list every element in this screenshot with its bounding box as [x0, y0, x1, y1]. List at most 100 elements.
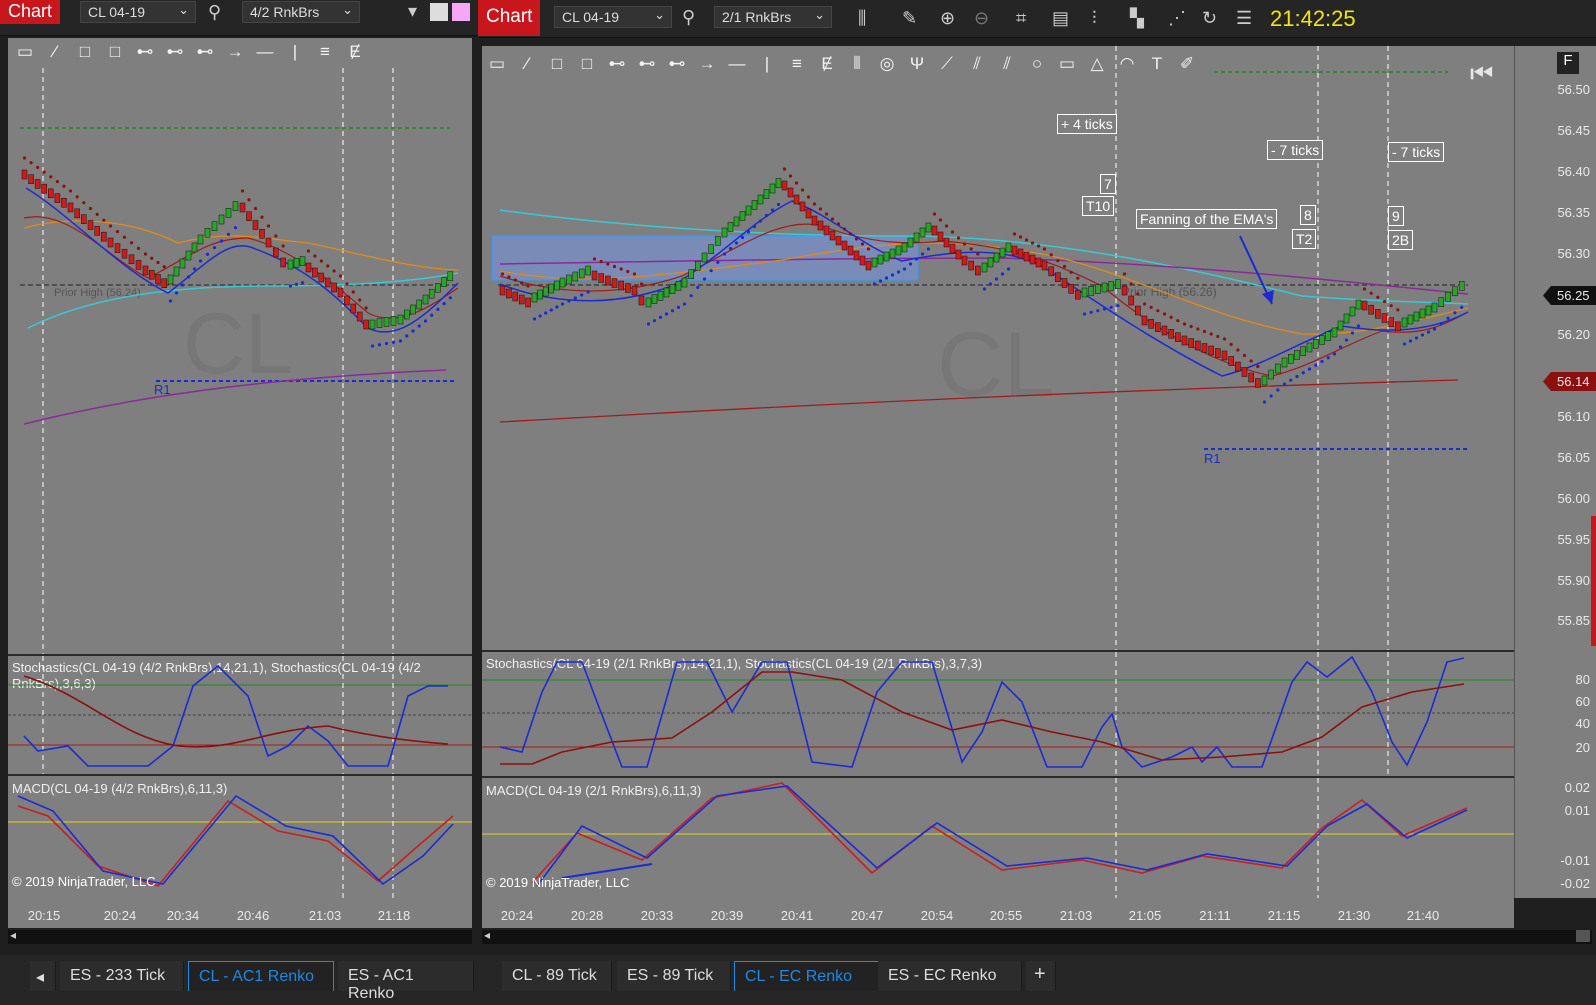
right-chart-window: Chart CL 04-19 ⌄ ⚲ 2/1 RnkBrs ⌄ ⫼ ✎ ⊕ ⊖ ⌗ …	[478, 0, 1596, 1005]
trail-dot	[168, 299, 173, 303]
x-tick: 20:33	[640, 908, 674, 923]
scroll-left-icon[interactable]: ◂	[10, 928, 16, 942]
renko-bar	[751, 200, 758, 210]
color-swatch-pink[interactable]	[452, 3, 470, 21]
reload-icon[interactable]: ↻	[1202, 7, 1217, 29]
trail-dot	[1262, 400, 1267, 404]
instrument-selector[interactable]: CL 04-19 ⌄	[554, 6, 672, 28]
annotation-7[interactable]: 7	[1100, 174, 1116, 194]
right-time-axis[interactable]: 20:24 20:28 20:33 20:39 20:41 20:47 20:5…	[482, 898, 1514, 928]
annotation-minus-7-ticks[interactable]: - 7 ticks	[1267, 140, 1324, 160]
data-box-icon[interactable]: ▤	[1052, 7, 1069, 29]
trail-dot	[702, 277, 707, 281]
zoom-in-icon[interactable]: ⊕	[940, 7, 955, 29]
color-swatch-grey[interactable]	[430, 3, 448, 21]
corner-button[interactable]: F	[1557, 52, 1579, 74]
tab-cl-ec-renko[interactable]: CL - EC Renko	[734, 961, 880, 991]
chart-menu-button[interactable]: Chart	[0, 0, 61, 24]
tab-scroll-left-icon[interactable]: ◂	[30, 961, 56, 991]
strategies-icon[interactable]: ▚	[1130, 7, 1144, 29]
chart-menu-button[interactable]: Chart	[478, 0, 541, 36]
search-icon[interactable]: ⚲	[208, 1, 221, 23]
x-tick: 20:41	[780, 908, 814, 923]
trail-dot	[430, 313, 434, 317]
right-horizontal-scrollbar[interactable]: ◂	[482, 928, 1592, 944]
left-time-axis[interactable]: 20:15 20:24 20:34 20:46 21:03 21:18	[8, 898, 472, 928]
left-stoch-panel[interactable]: Stochastics(CL 04-19 (4/2 RnkBrs),14,21,…	[8, 656, 472, 774]
annotation-9[interactable]: 9	[1388, 206, 1404, 226]
bartype-selector[interactable]: 2/1 RnkBrs ⌄	[714, 6, 832, 28]
trail-dot	[1049, 253, 1053, 257]
tab-cl-89-tick[interactable]: CL - 89 Tick	[502, 961, 612, 991]
tab-cl-ac1-renko[interactable]: CL - AC1 Renko	[188, 961, 334, 991]
renko-bar	[781, 180, 788, 191]
trail-dot	[878, 279, 883, 283]
add-tab-button[interactable]: +	[1026, 961, 1056, 991]
left-macd-panel[interactable]: MACD(CL 04-19 (4/2 RnkBrs),6,11,3) © 201…	[8, 776, 472, 898]
annotation-t10[interactable]: T10	[1082, 196, 1115, 216]
right-price-axis[interactable]: F 56.50 56.45 56.40 56.35 56.30 56.20 56…	[1514, 46, 1596, 898]
price-tick: 55.85	[1557, 613, 1590, 628]
dropdown-arrow-icon[interactable]: ▾	[408, 0, 417, 22]
zoom-out-icon[interactable]: ⊖	[974, 7, 989, 29]
trail-dot	[62, 184, 66, 188]
trail-dot	[42, 170, 46, 174]
crosshair-icon[interactable]: ⌗	[1016, 7, 1026, 29]
x-tick: 21:30	[1337, 908, 1371, 923]
chart-trader-icon[interactable]: ⋰	[1168, 7, 1186, 29]
tab-es-89-tick[interactable]: ES - 89 Tick	[617, 961, 731, 991]
right-toolbar: Chart CL 04-19 ⌄ ⚲ 2/1 RnkBrs ⌄ ⫼ ✎ ⊕ ⊖ ⌗ …	[478, 0, 1596, 38]
annotation-plus-4-ticks[interactable]: + 4 ticks	[1057, 114, 1117, 134]
left-price-panel[interactable]: ▭ ⁄ □ □ ⊷ ⊷ ⊷ → — | ≡ Ɇ CL Prior High (56.24) R1	[8, 38, 472, 654]
trail-dot	[115, 230, 120, 234]
right-macd-panel[interactable]: MACD(CL 04-19 (2/1 RnkBrs),6,11,3) © 201…	[482, 778, 1514, 898]
left-horizontal-scrollbar[interactable]: ◂	[8, 928, 472, 944]
right-macd-chart	[482, 778, 1514, 898]
annotation-t2[interactable]: T2	[1292, 229, 1317, 249]
x-tick: 20:39	[710, 908, 744, 923]
renko-bar	[350, 303, 357, 314]
right-stoch-panel[interactable]: Stochastics(CL 04-19 (2/1 RnkBrs),14,21,…	[482, 652, 1514, 776]
renko-bar	[54, 193, 61, 203]
annotation-8[interactable]: 8	[1300, 205, 1316, 225]
annotation-minus-7-ticks-2[interactable]: - 7 ticks	[1388, 142, 1445, 162]
renko-bar	[757, 194, 764, 205]
annotation-fanning-emas[interactable]: Fanning of the EMA's	[1136, 209, 1278, 229]
renko-bar	[675, 281, 682, 291]
renko-bar	[1261, 375, 1268, 386]
renko-bar	[259, 229, 265, 239]
search-icon[interactable]: ⚲	[682, 6, 695, 28]
scroll-thumb[interactable]	[1576, 930, 1590, 942]
trail-dot	[1439, 322, 1443, 326]
renko-bar	[1095, 284, 1101, 294]
trail-dot	[288, 284, 293, 288]
trail-dot	[994, 277, 999, 281]
x-tick: 20:34	[166, 908, 200, 923]
bartype-selector[interactable]: 4/2 RnkBrs ⌄	[242, 1, 360, 23]
trail-dot	[606, 262, 610, 266]
trail-dot	[776, 202, 781, 207]
pencil-icon[interactable]: ✎	[902, 7, 917, 29]
trail-dot	[1089, 310, 1093, 314]
bar-style-icon[interactable]: ⫼	[858, 7, 866, 29]
scroll-left-icon[interactable]: ◂	[484, 928, 490, 942]
trail-dot	[734, 241, 739, 245]
trail-dot	[752, 224, 757, 229]
trail-dot	[1006, 267, 1011, 271]
renko-bar	[1431, 302, 1438, 313]
renko-bar	[578, 268, 585, 279]
tab-es-233-tick[interactable]: ES - 233 Tick	[60, 961, 184, 991]
macd-tick: -0.01	[1560, 853, 1590, 868]
indicators-icon[interactable]: ⫶	[1092, 7, 1097, 29]
tab-es-ec-renko[interactable]: ES - EC Renko	[878, 961, 1022, 991]
annotation-2b[interactable]: 2B	[1388, 230, 1414, 250]
price-tick: 56.00	[1557, 491, 1590, 506]
trail-dot	[806, 195, 811, 199]
instrument-selector[interactable]: CL 04-19 ⌄	[80, 1, 196, 23]
renko-bar	[1268, 369, 1274, 380]
tab-es-ac1-renko[interactable]: ES - AC1 Renko	[338, 961, 474, 1002]
renko-bar	[638, 295, 645, 306]
renko-bar	[525, 297, 531, 308]
properties-icon[interactable]: ☰	[1236, 7, 1252, 29]
right-price-panel[interactable]: ▭ ⁄ □ □ ⊷ ⊷ ⊷ → — | ≡ Ɇ ⦀ ◎ Ψ ⟋ ⫽ ⫽ ○ ▭ △ ◠ T ✐ ⏮ CL Prior High…	[482, 46, 1514, 650]
